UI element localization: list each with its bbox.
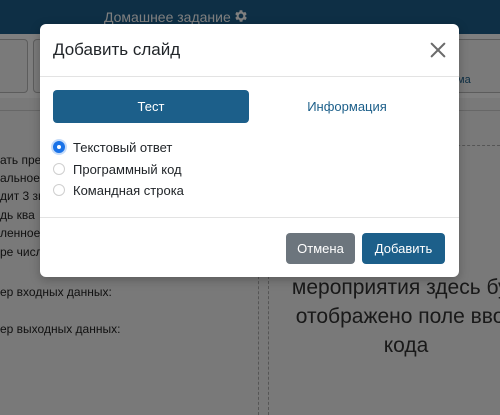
radio-icon[interactable]	[53, 163, 65, 175]
option-label: Командная строка	[73, 182, 184, 198]
tab-info[interactable]: Информация	[249, 90, 445, 123]
tab-test[interactable]: Тест	[53, 90, 249, 123]
option-program-code[interactable]: Программный код	[53, 160, 182, 178]
radio-icon[interactable]	[53, 184, 65, 196]
modal-title: Добавить слайд	[53, 40, 181, 59]
footer-divider	[40, 217, 459, 218]
add-slide-modal: Добавить слайд Тест Информация Текстовый…	[40, 24, 459, 277]
header-divider	[40, 76, 459, 77]
option-label: Текстовый ответ	[73, 139, 173, 155]
cancel-button[interactable]: Отмена	[286, 233, 355, 264]
radio-checked-icon[interactable]	[53, 141, 65, 153]
option-command-line[interactable]: Командная строка	[53, 181, 184, 199]
close-icon[interactable]	[428, 40, 448, 60]
option-label: Программный код	[73, 161, 182, 177]
add-button[interactable]: Добавить	[362, 233, 445, 264]
option-text-answer[interactable]: Текстовый ответ	[53, 138, 172, 156]
